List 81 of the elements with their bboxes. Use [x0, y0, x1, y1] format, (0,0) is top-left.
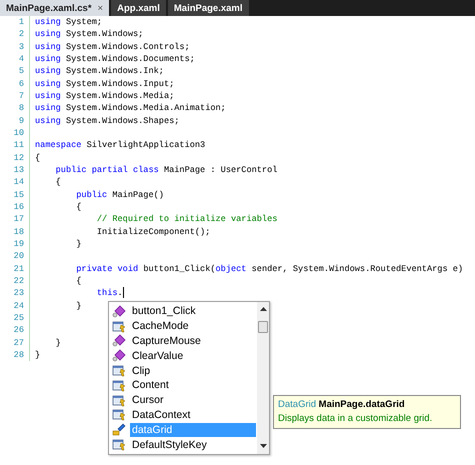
line-number: 4	[0, 52, 30, 66]
line-number: 9	[0, 114, 30, 127]
pencil-icon	[112, 423, 126, 436]
line-number: 25	[0, 312, 30, 324]
code-line: namespace SilverlightApplication3	[34, 139, 206, 152]
completion-item[interactable]: DataContext	[130, 408, 256, 422]
code-line: }	[75, 238, 82, 250]
line-number: 23	[0, 287, 30, 300]
line-number: 1	[0, 16, 30, 28]
line-number: 18	[0, 226, 30, 238]
card-icon	[112, 438, 126, 452]
line-number: 15	[0, 188, 30, 201]
code-line: {	[54, 176, 61, 189]
line-number: 21	[0, 262, 30, 275]
code-line: }	[75, 300, 82, 312]
scrollbar-thumb[interactable]	[258, 321, 268, 333]
completion-item[interactable]: Content	[130, 378, 256, 392]
code-line: using System.Windows.Media.Animation;	[34, 102, 226, 115]
code-line: this.	[96, 287, 124, 300]
code-line: {	[34, 152, 40, 164]
code-line: using System;	[34, 16, 102, 28]
code-line: InitializeComponent();	[96, 226, 210, 238]
line-number: 13	[0, 164, 30, 176]
editor-tab[interactable]: App.xaml	[111, 0, 168, 16]
code-line: using System.Windows.Controls;	[34, 40, 190, 53]
member-name: MainPage.dataGrid	[318, 399, 405, 410]
code-line: using System.Windows.Media;	[34, 90, 174, 102]
completion-item[interactable]: ClearValue	[130, 348, 256, 363]
type-name: DataGrid	[278, 399, 316, 410]
code-line: using System.Windows.Shapes;	[34, 114, 180, 127]
code-line: }	[54, 336, 61, 349]
card-icon	[112, 364, 126, 378]
line-number: 8	[0, 102, 30, 115]
code-line: }	[34, 348, 40, 362]
card-icon	[112, 378, 126, 392]
scroll-down-icon[interactable]	[260, 444, 266, 449]
diamond-icon	[112, 304, 126, 318]
card-icon	[112, 408, 126, 422]
completion-item[interactable]: Cursor	[130, 393, 256, 408]
completion-item[interactable]: Clip	[130, 364, 256, 378]
line-number: 5	[0, 65, 30, 78]
line-number: 26	[0, 324, 30, 337]
line-number: 20	[0, 250, 30, 263]
diamond-icon	[112, 349, 126, 362]
code-line: {	[75, 200, 82, 214]
completion-item[interactable]: CacheMode	[130, 319, 256, 334]
line-number: 6	[0, 78, 30, 90]
line-number: 17	[0, 213, 30, 226]
code-line: using System.Windows.Input;	[34, 78, 174, 90]
line-number: 22	[0, 274, 30, 288]
diamond-icon	[112, 334, 126, 348]
card-icon	[112, 394, 126, 407]
line-number: 14	[0, 176, 30, 189]
tooltip-description: Displays data in a customizable grid.	[278, 412, 434, 426]
editor-tab[interactable]: MainPage.xaml.cs* ×	[0, 0, 112, 16]
line-number: 24	[0, 300, 30, 312]
code-line: using System.Windows.Documents;	[34, 52, 195, 66]
line-number: 7	[0, 90, 30, 102]
editor-tab[interactable]: MainPage.xaml	[168, 0, 251, 16]
line-number: 2	[0, 28, 30, 41]
line-number: 11	[0, 139, 30, 152]
line-number: 19	[0, 238, 30, 250]
card-icon	[112, 320, 126, 333]
line-number: 27	[0, 336, 30, 349]
code-line: public MainPage()	[75, 188, 164, 201]
code-line: using System.Windows;	[34, 28, 144, 41]
close-icon[interactable]: ×	[98, 2, 104, 14]
line-number: 16	[0, 200, 30, 214]
line-number: 12	[0, 152, 30, 164]
code-line: using System.Windows.Ink;	[34, 65, 164, 78]
completion-item[interactable]: CaptureMouse	[130, 334, 256, 348]
code-line: private void button1_Click(object sender, System.Windows.RoutedEventArgs e)	[75, 262, 464, 275]
completion-item[interactable]: button1_Click	[130, 304, 256, 318]
line-number: 28	[0, 348, 30, 362]
code-line: {	[75, 274, 82, 288]
completion-item[interactable]: DefaultStyleKey	[130, 438, 256, 452]
code-line: public partial class MainPage : UserControl	[54, 164, 278, 176]
scroll-up-icon[interactable]	[260, 307, 266, 312]
line-number: 10	[0, 126, 30, 140]
code-line: // Required to initialize variables	[96, 213, 278, 226]
line-number: 3	[0, 40, 30, 53]
